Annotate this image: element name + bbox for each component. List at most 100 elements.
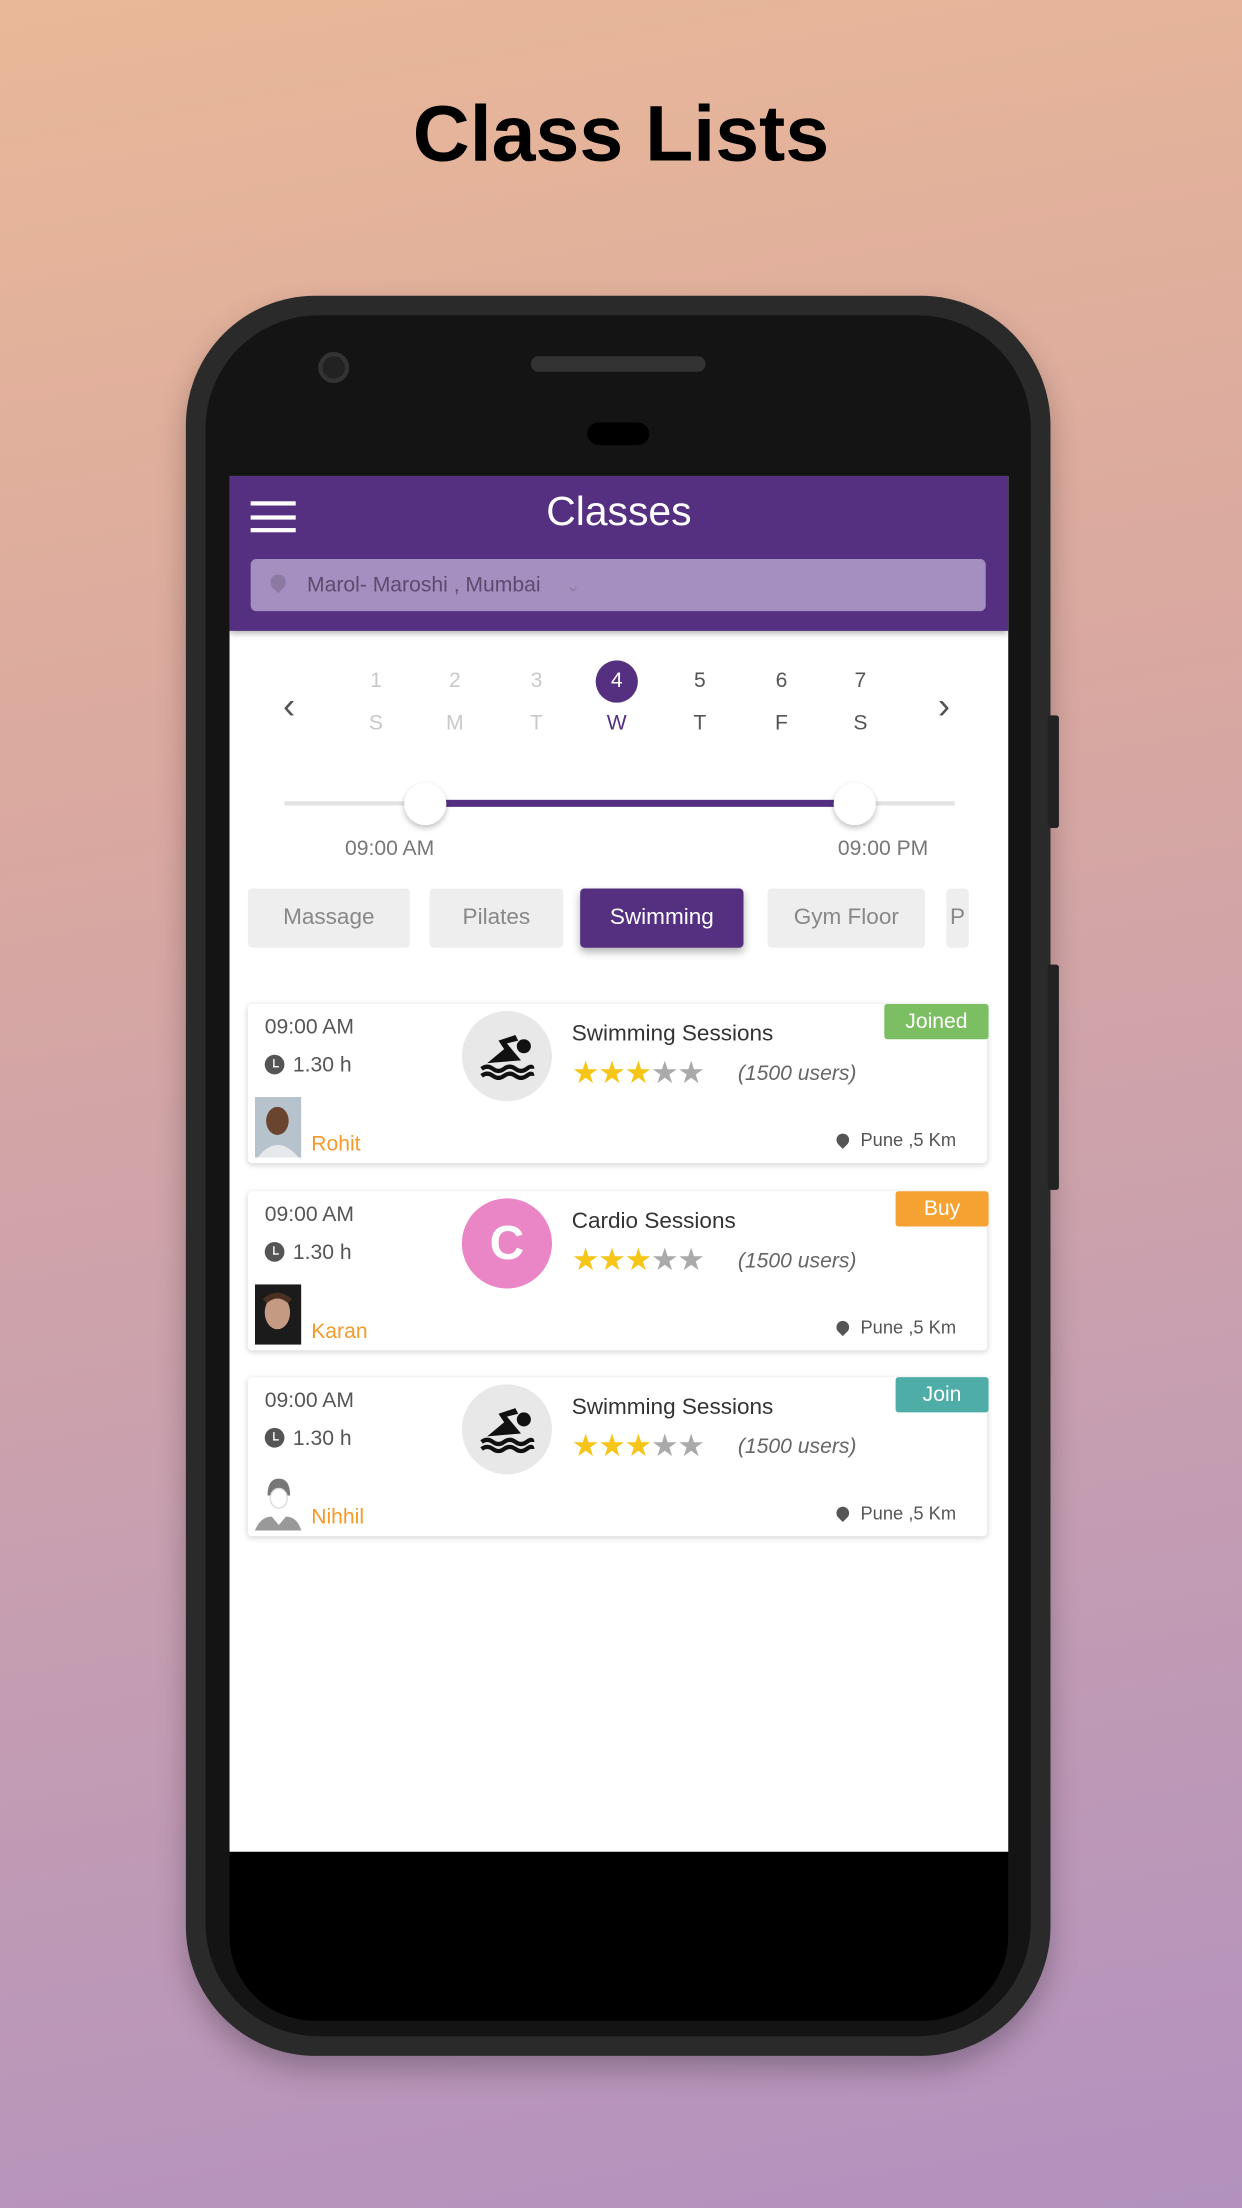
location-text: Pune ,5 Km — [860, 1316, 957, 1338]
day-letter: M — [446, 711, 464, 736]
rating-stars: ★★★★★ — [571, 1241, 705, 1279]
prev-week-button[interactable]: ‹ — [283, 684, 295, 728]
class-location: Pune ,5 Km — [833, 1129, 957, 1151]
star-icon: ★ — [650, 1054, 679, 1090]
speaker-grille — [530, 356, 706, 372]
class-title: Swimming Sessions — [571, 1395, 774, 1420]
star-icon: ★ — [598, 1054, 626, 1090]
day-number: 2 — [448, 668, 461, 693]
location-text: Pune ,5 Km — [860, 1129, 957, 1151]
day-number: 7 — [854, 668, 867, 693]
swimmer-icon — [461, 1384, 552, 1475]
location-pin-icon — [267, 571, 290, 594]
day-letter: T — [530, 711, 543, 736]
class-card[interactable]: 09:00 AM 1.30 h Rohit Swimming Sessions … — [247, 1004, 989, 1164]
sensor — [587, 422, 650, 445]
join-button[interactable]: Join — [895, 1377, 989, 1413]
rating-users: (1500 users) — [737, 1061, 857, 1086]
rating-stars: ★★★★★ — [571, 1427, 705, 1465]
rating-users: (1500 users) — [737, 1434, 857, 1459]
day-letter: F — [775, 711, 788, 736]
day-4[interactable]: 4 W — [589, 660, 645, 735]
buy-button[interactable]: Buy — [895, 1191, 989, 1227]
class-location: Pune ,5 Km — [833, 1316, 957, 1338]
slider-start-handle[interactable] — [404, 782, 447, 826]
day-3[interactable]: 3 T — [508, 660, 564, 735]
class-time: 09:00 AM — [264, 1202, 354, 1227]
day-letter: S — [853, 711, 868, 736]
class-card[interactable]: 09:00 AM 1.30 h Karan C Cardio Sessions … — [247, 1191, 989, 1351]
duration-text: 1.30 h — [292, 1426, 352, 1451]
category-chip-massage[interactable]: Massage — [247, 888, 410, 948]
star-icon: ★ — [624, 1241, 652, 1278]
day-number: 5 — [693, 668, 706, 693]
star-icon: ★ — [650, 1241, 679, 1278]
category-chip-pilates[interactable]: Pilates — [429, 888, 564, 948]
power-button — [1047, 964, 1059, 1190]
day-letter: S — [368, 711, 384, 736]
star-icon: ★ — [598, 1241, 626, 1278]
class-title: Swimming Sessions — [571, 1022, 774, 1047]
star-icon: ★ — [677, 1241, 705, 1278]
star-icon: ★ — [571, 1427, 600, 1464]
location-selector[interactable]: Marol- Maroshi , Mumbai ⌄ — [250, 559, 986, 612]
location-pin-icon — [833, 1318, 852, 1337]
star-icon: ★ — [650, 1427, 679, 1464]
class-card[interactable]: 09:00 AM 1.30 h Nihhil Swimming Sessions… — [247, 1377, 989, 1537]
class-time: 09:00 AM — [264, 1388, 354, 1413]
slider-end-handle[interactable] — [833, 782, 876, 826]
star-icon: ★ — [571, 1241, 600, 1278]
trainer-name[interactable]: Karan — [311, 1319, 367, 1343]
day-number: 1 — [370, 668, 382, 693]
day-2[interactable]: 2 M — [427, 660, 483, 735]
class-title: Cardio Sessions — [571, 1209, 736, 1234]
day-number: 6 — [775, 668, 788, 693]
class-letter-icon: C — [461, 1198, 552, 1289]
start-time-label: 09:00 AM — [344, 836, 435, 861]
star-icon: ★ — [677, 1427, 705, 1464]
location-pin-icon — [833, 1130, 852, 1149]
app-header: Classes Marol- Maroshi , Mumbai ⌄ — [229, 475, 1009, 631]
star-icon: ★ — [624, 1427, 652, 1464]
next-week-button[interactable]: › — [938, 684, 950, 728]
rating-stars: ★★★★★ — [571, 1054, 705, 1092]
clock-icon — [264, 1427, 285, 1448]
category-chip-p[interactable]: P — [946, 888, 969, 948]
location-text: Pune ,5 Km — [860, 1502, 957, 1524]
class-duration: 1.30 h — [264, 1240, 352, 1265]
joined-button[interactable]: Joined — [884, 1004, 989, 1040]
day-5[interactable]: 5 T — [672, 660, 728, 735]
star-icon: ★ — [571, 1054, 600, 1090]
end-time-label: 09:00 PM — [837, 836, 929, 861]
swimmer-icon — [461, 1011, 552, 1102]
day-letter: T — [693, 711, 707, 736]
category-chip-gym-floor[interactable]: Gym Floor — [767, 888, 926, 948]
category-chip-swimming[interactable]: Swimming — [580, 888, 744, 948]
rating-users: (1500 users) — [737, 1249, 857, 1273]
page-title: Class Lists — [412, 88, 830, 178]
location-pin-icon — [833, 1504, 852, 1523]
phone-chin — [229, 1851, 1009, 2021]
class-location: Pune ,5 Km — [833, 1502, 957, 1524]
day-number: 3 — [530, 668, 543, 693]
class-duration: 1.30 h — [264, 1053, 352, 1077]
chevron-down-icon: ⌄ — [566, 575, 581, 596]
location-text: Marol- Maroshi , Mumbai — [306, 573, 541, 598]
day-6[interactable]: 6 F — [753, 660, 809, 735]
day-7[interactable]: 7 S — [832, 660, 888, 735]
day-1[interactable]: 1 S — [348, 660, 404, 735]
trainer-name[interactable]: Rohit — [311, 1132, 360, 1156]
day-number: 4 — [595, 660, 638, 703]
app-screen: Classes Marol- Maroshi , Mumbai ⌄ ‹ › 1 … — [229, 475, 1009, 1852]
clock-icon — [264, 1054, 285, 1075]
screen-title: Classes — [546, 490, 692, 536]
star-icon: ★ — [677, 1054, 705, 1090]
star-icon: ★ — [598, 1427, 626, 1464]
trainer-name[interactable]: Nihhil — [311, 1505, 364, 1529]
class-time: 09:00 AM — [264, 1015, 354, 1040]
clock-icon — [264, 1241, 285, 1262]
star-icon: ★ — [624, 1054, 652, 1090]
duration-text: 1.30 h — [292, 1240, 352, 1265]
time-slider-range — [425, 799, 855, 807]
camera-icon — [318, 352, 350, 384]
